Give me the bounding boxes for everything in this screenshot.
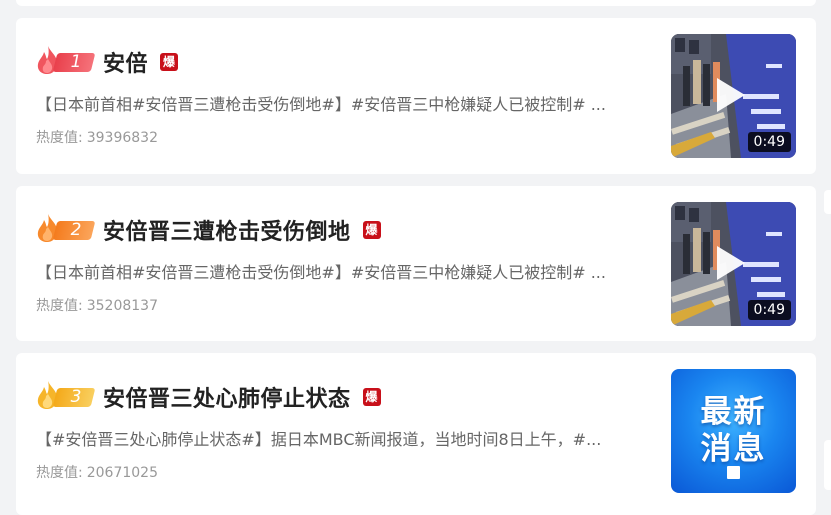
hot-badge: 爆 [160, 53, 179, 71]
topic-title[interactable]: 安倍 [103, 46, 148, 78]
heat-label: 热度值: [36, 465, 83, 481]
hot-badge: 爆 [362, 221, 381, 239]
heat-value: 20671025 [86, 465, 158, 481]
side-panel-edge-lower [824, 440, 831, 490]
heat-value-row: 热度值: 39396832 [36, 127, 158, 147]
hot-list-item[interactable]: 2 安倍晋三遭枪击受伤倒地 爆 【日本前首相#安倍晋三遭枪击受伤倒地#】#安倍晋… [16, 186, 816, 341]
rank-indicator: 1 [35, 45, 96, 75]
news-thumbnail[interactable]: 最新 消息 [671, 369, 796, 493]
video-thumbnail[interactable]: 0:49 [671, 202, 796, 326]
heat-value-row: 热度值: 35208137 [36, 295, 158, 315]
play-icon[interactable] [717, 78, 745, 112]
play-icon[interactable] [717, 246, 745, 280]
rank-number: 2 [70, 220, 82, 240]
rank-number: 3 [70, 387, 82, 407]
rank-indicator: 2 [35, 213, 96, 243]
topic-title[interactable]: 安倍晋三遭枪击受伤倒地 [103, 214, 351, 246]
topic-summary[interactable]: 【日本前首相#安倍晋三遭枪击受伤倒地#】#安倍晋三中枪嫌疑人已被控制# ... [36, 259, 646, 283]
video-duration: 0:49 [747, 300, 791, 320]
hot-badge: 爆 [362, 388, 381, 406]
rank-number: 1 [70, 52, 82, 72]
rank-indicator: 3 [35, 380, 96, 410]
news-thumb-line2: 消息 [700, 431, 767, 467]
hot-list-item[interactable]: 3 安倍晋三处心肺停止状态 爆 【#安倍晋三处心肺停止状态#】据日本MBC新闻报… [16, 353, 816, 515]
heat-value: 35208137 [86, 298, 158, 314]
heat-value: 39396832 [86, 130, 158, 146]
heat-label: 热度值: [36, 298, 83, 314]
hot-list-item[interactable]: 1 安倍 爆 【日本前首相#安倍晋三遭枪击受伤倒地#】#安倍晋三中枪嫌疑人已被控… [16, 18, 816, 174]
side-panel-edge [824, 190, 831, 214]
news-logo-icon [727, 466, 740, 479]
topic-summary[interactable]: 【日本前首相#安倍晋三遭枪击受伤倒地#】#安倍晋三中枪嫌疑人已被控制# ... [36, 91, 646, 115]
video-thumbnail[interactable]: 0:49 [671, 34, 796, 158]
topic-summary[interactable]: 【#安倍晋三处心肺停止状态#】据日本MBC新闻报道，当地时间8日上午，#... [36, 426, 646, 450]
video-duration: 0:49 [747, 132, 791, 152]
previous-card-edge [16, 0, 816, 6]
topic-title[interactable]: 安倍晋三处心肺停止状态 [103, 381, 351, 413]
heat-label: 热度值: [36, 130, 83, 146]
heat-value-row: 热度值: 20671025 [36, 462, 158, 482]
